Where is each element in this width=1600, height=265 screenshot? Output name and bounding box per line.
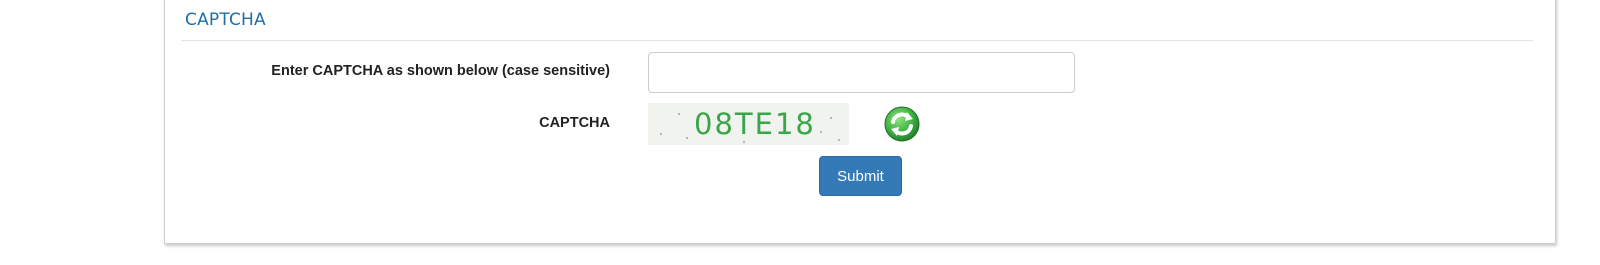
section-divider [181, 40, 1533, 41]
captcha-noise-dot [660, 133, 662, 135]
captcha-image-label: CAPTCHA [539, 115, 610, 131]
captcha-input-label: Enter CAPTCHA as shown below (case sensi… [271, 63, 610, 79]
captcha-noise-dot [686, 137, 688, 139]
captcha-panel: CAPTCHA Enter CAPTCHA as shown below (ca… [164, 0, 1556, 244]
captcha-noise-dot [743, 141, 745, 143]
captcha-image: 08TE18 [648, 103, 849, 145]
submit-button[interactable]: Submit [819, 156, 902, 196]
refresh-captcha-button[interactable] [883, 105, 921, 143]
captcha-noise-dot [678, 113, 680, 115]
refresh-icon [884, 106, 920, 142]
captcha-input[interactable] [648, 52, 1075, 93]
captcha-noise-dot [820, 131, 822, 133]
section-title: CAPTCHA [185, 10, 266, 30]
captcha-code: 08TE18 [694, 107, 816, 141]
captcha-noise-dot [838, 139, 840, 141]
captcha-noise-dot [830, 117, 832, 119]
